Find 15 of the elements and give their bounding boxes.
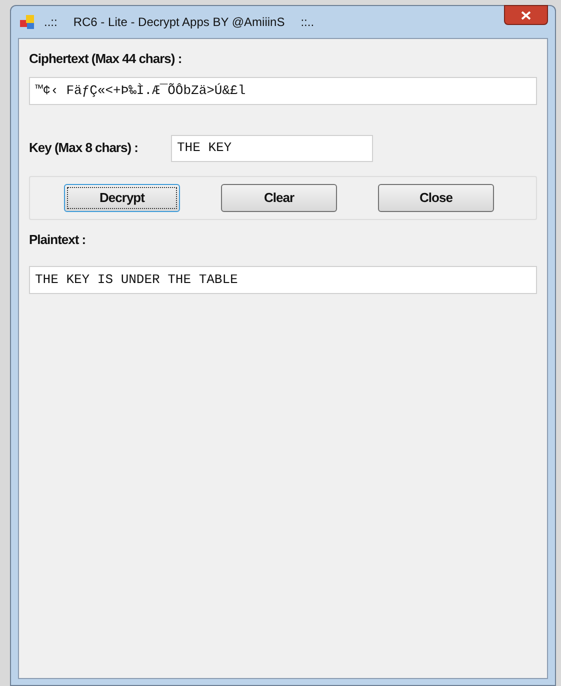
close-icon xyxy=(521,10,531,20)
action-button[interactable]: Close xyxy=(378,184,494,212)
field-label: Ciphertext (Max 44 chars) : xyxy=(29,50,183,68)
plaintext-field[interactable]: THE KEY IS UNDER THE TABLE xyxy=(29,266,537,294)
title-ornament: ..:: xyxy=(44,14,58,31)
field-label: Key (Max 8 chars) : xyxy=(29,139,139,158)
key-field[interactable]: THE KEY xyxy=(171,134,373,162)
field-label: Plaintext : xyxy=(29,230,87,248)
action-button[interactable]: Decrypt xyxy=(64,184,180,212)
app-icon xyxy=(20,14,36,30)
close-button[interactable] xyxy=(504,5,548,25)
ciphertext-field[interactable]: ™¢‹ FäƒÇ«<+Þ‰Ì.Æ¯ÕÔbZä>Ú&£l xyxy=(29,76,537,104)
action-button[interactable]: Clear xyxy=(221,184,337,212)
title-ornament: ::.. xyxy=(300,14,314,31)
window-title: RC6 - Lite - Decrypt Apps BY @AmiiinS xyxy=(73,14,285,31)
